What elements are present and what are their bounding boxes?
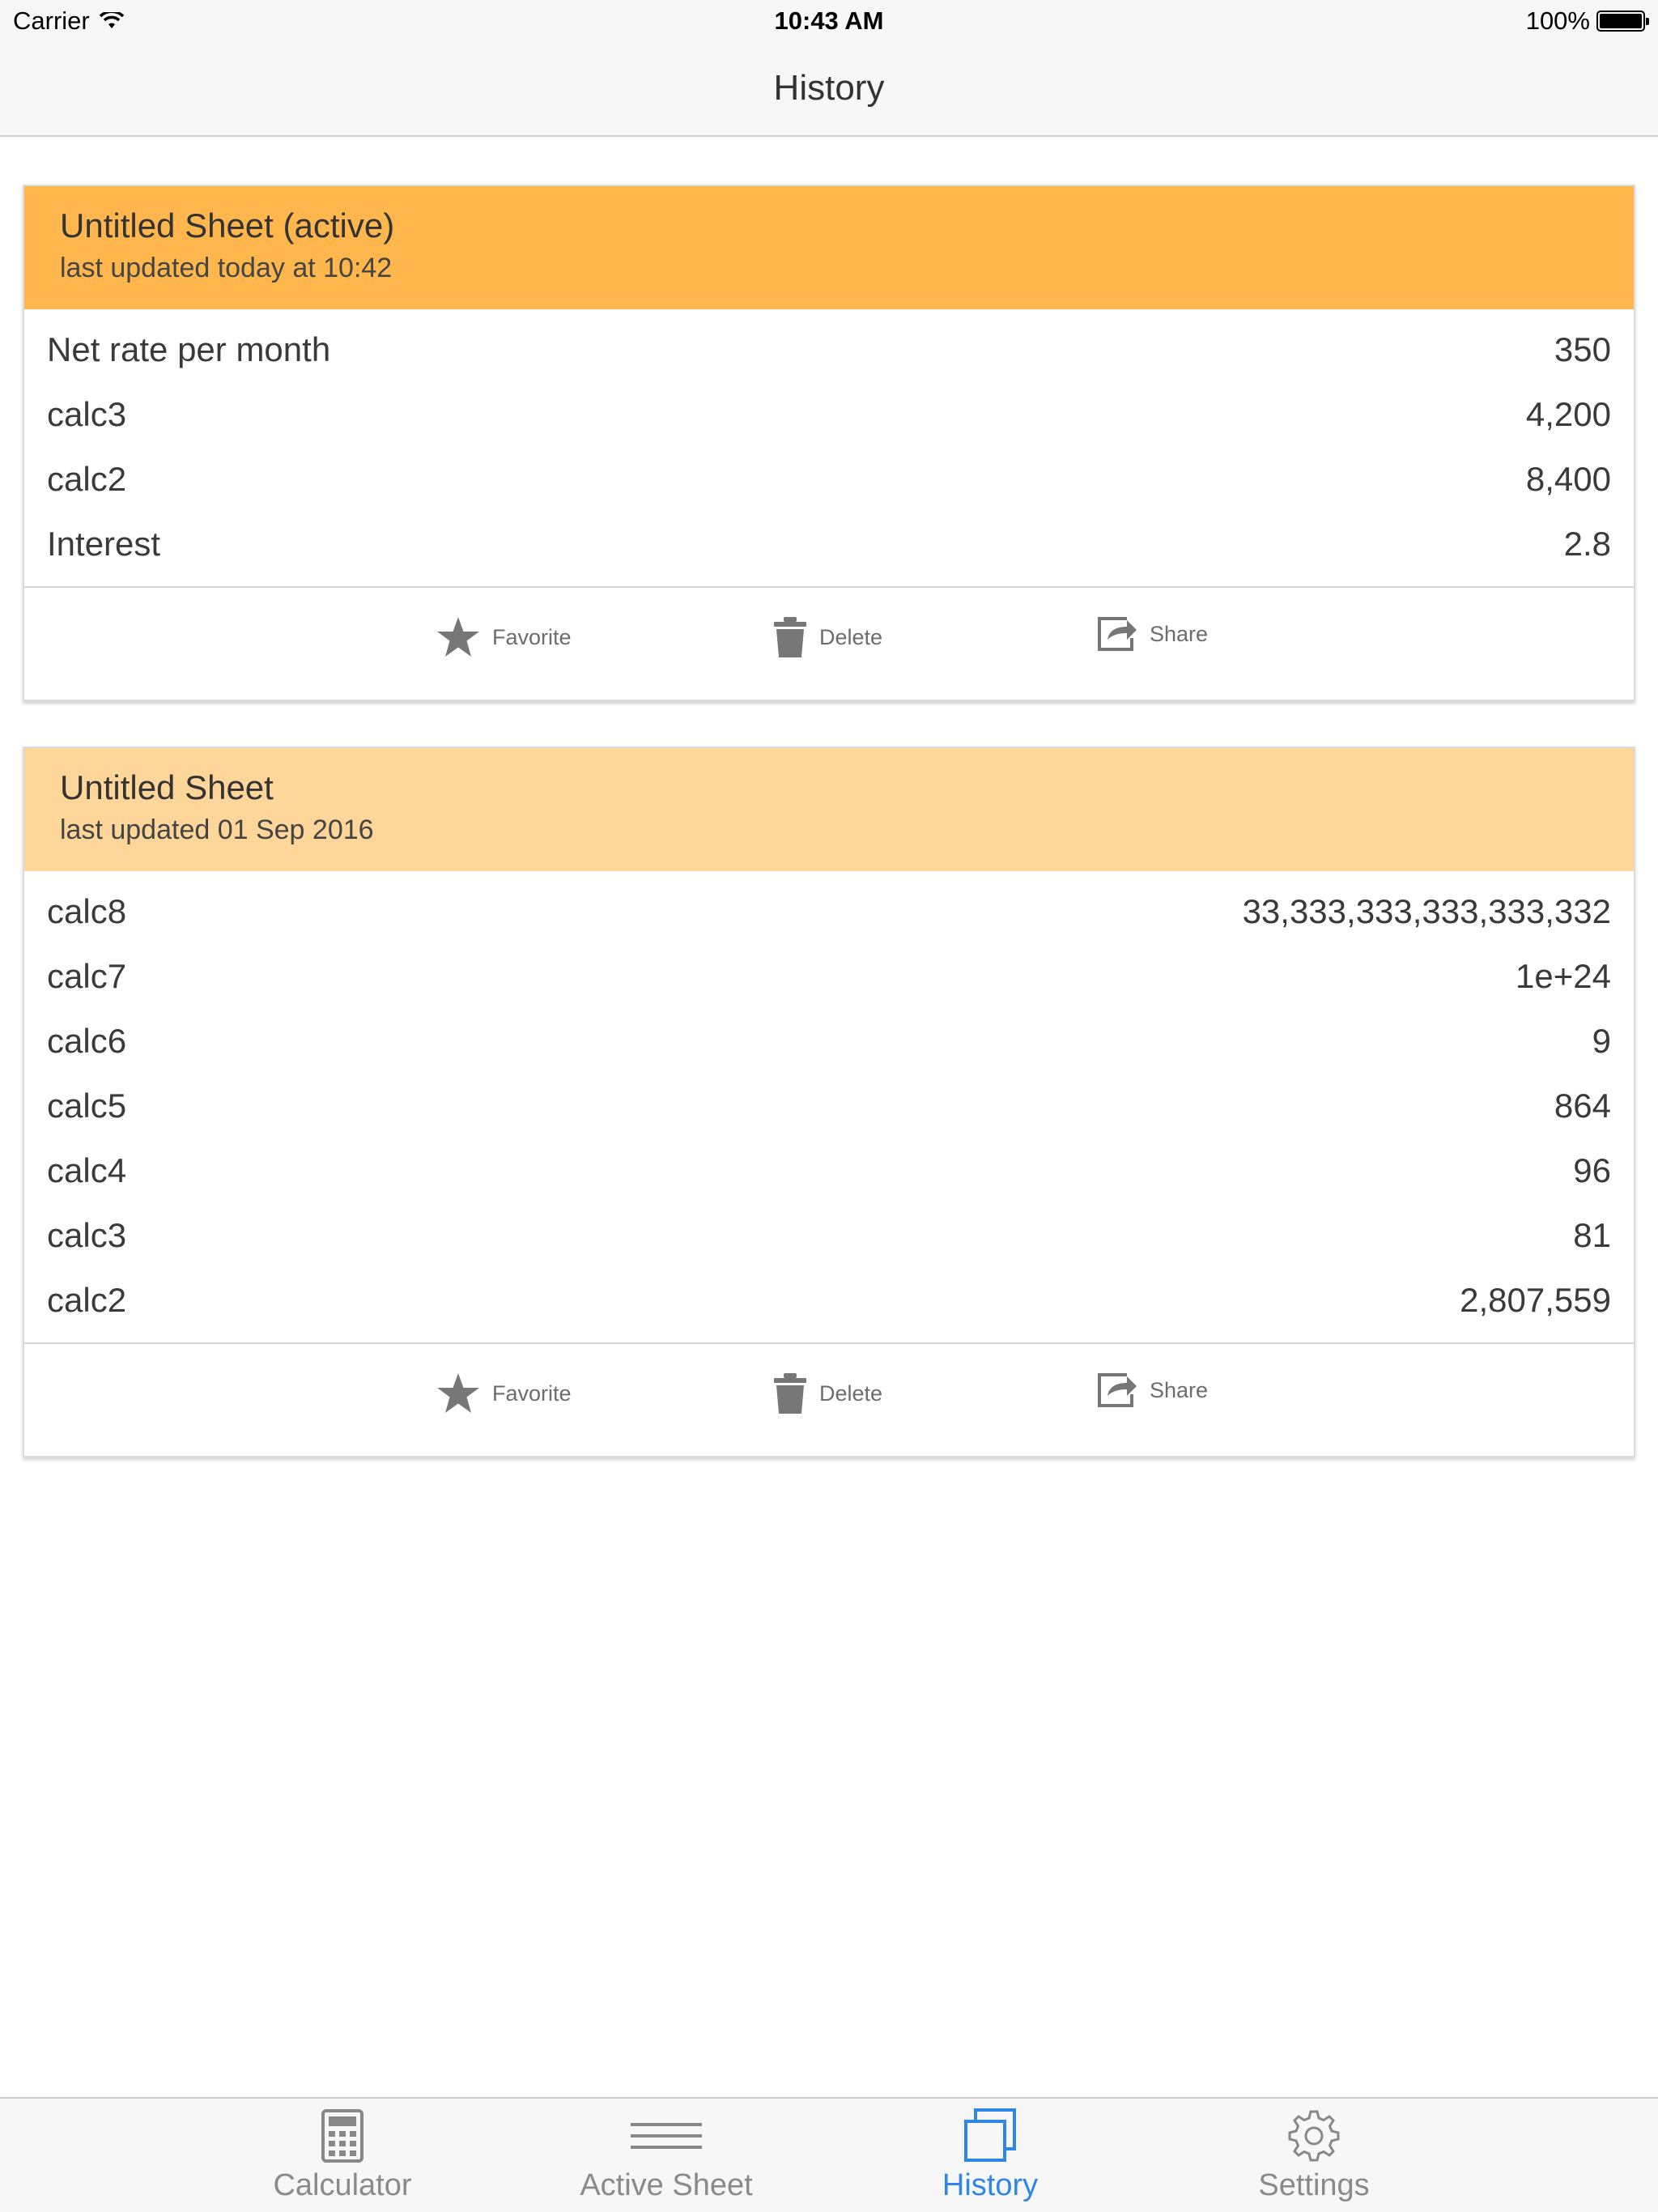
tab-label: History [942,2168,1039,2202]
gear-icon [1288,2110,1340,2162]
list-item: calc3 4,200 [24,382,1634,447]
row-label: calc4 [47,1151,127,1189]
row-label: calc7 [47,957,127,995]
favorite-label: Favorite [492,1380,572,1406]
sheet-actions: Favorite Delete Share [24,588,1634,691]
row-label: calc8 [47,892,127,930]
tab-calculator[interactable]: Calculator [221,2105,464,2203]
row-value: 96 [1573,1151,1611,1189]
star-icon [437,1373,479,1413]
row-label: calc6 [47,1022,127,1060]
clock: 10:43 AM [774,6,884,35]
calculator-icon [321,2109,363,2163]
sheet-updated: last updated today at 10:42 [60,253,393,283]
sheet-card[interactable]: Untitled Sheet last updated 01 Sep 2016 … [23,747,1635,1457]
sheet-updated: last updated 01 Sep 2016 [60,815,374,845]
star-icon [437,617,479,657]
lines-icon [631,2123,702,2149]
row-value: 9 [1592,1022,1611,1060]
tab-history[interactable]: History [869,2105,1112,2203]
trash-icon [774,1373,806,1414]
favorite-label: Favorite [492,624,572,649]
trash-icon [774,617,806,657]
tab-bar: Calculator Active Sheet History Settings [0,2097,1658,2212]
sheet-header[interactable]: Untitled Sheet last updated 01 Sep 2016 [24,748,1634,871]
tab-settings[interactable]: Settings [1192,2105,1435,2203]
delete-button[interactable]: Delete [772,1372,882,1415]
favorite-button[interactable]: Favorite [436,1372,572,1415]
sheet-title: Untitled Sheet (active) [60,206,395,245]
list-item: calc6 9 [24,1009,1634,1074]
tab-label: Active Sheet [580,2168,753,2202]
delete-button[interactable]: Delete [772,615,882,659]
row-value: 4,200 [1525,395,1611,433]
tab-label: Calculator [273,2168,412,2202]
row-label: Net rate per month [47,330,331,368]
row-value: 864 [1554,1087,1611,1125]
battery-percent: 100% [1525,6,1590,35]
row-label: calc2 [47,1281,127,1319]
share-label: Share [1150,1377,1209,1402]
list-item: calc2 8,400 [24,447,1634,512]
share-label: Share [1150,621,1209,646]
row-value: 81 [1573,1216,1611,1254]
battery-indicator: 100% [1525,6,1649,36]
share-button[interactable]: Share [1096,1372,1208,1409]
row-value: 350 [1554,330,1611,368]
share-button[interactable]: Share [1096,615,1208,653]
delete-label: Delete [819,1380,883,1406]
row-label: calc3 [47,395,127,433]
tab-label: Settings [1258,2168,1370,2202]
row-value: 2,807,559 [1460,1281,1611,1319]
sheet-rows: Net rate per month 350 calc3 4,200 calc2… [24,309,1634,588]
list-item: Net rate per month 350 [24,317,1634,382]
sheet-rows: calc8 33,333,333,333,333,332 calc7 1e+24… [24,871,1634,1344]
navigation-bar: History [0,45,1658,137]
share-icon [1098,1373,1137,1407]
delete-label: Delete [819,624,883,649]
sheet-actions: Favorite Delete Share [24,1344,1634,1448]
status-bar: Carrier 10:43 AM 100% [0,0,1658,45]
history-icon [964,2108,1016,2162]
row-label: Interest [47,525,161,563]
list-item: calc3 81 [24,1203,1634,1268]
row-value: 1e+24 [1516,957,1611,995]
page-title: History [773,68,885,108]
list-item: calc8 33,333,333,333,333,332 [24,879,1634,944]
row-value: 8,400 [1525,460,1611,498]
row-label: calc3 [47,1216,127,1254]
row-value: 2.8 [1563,525,1611,563]
list-item: calc7 1e+24 [24,944,1634,1009]
row-value: 33,333,333,333,333,332 [1242,892,1611,930]
tab-active-sheet[interactable]: Active Sheet [545,2105,788,2203]
list-item: calc2 2,807,559 [24,1268,1634,1333]
list-item: calc4 96 [24,1138,1634,1203]
list-item: calc5 864 [24,1074,1634,1138]
sheet-title: Untitled Sheet [60,768,274,806]
row-label: calc5 [47,1087,127,1125]
list-item: Interest 2.8 [24,512,1634,576]
share-icon [1098,617,1137,651]
sheet-card[interactable]: Untitled Sheet (active) last updated tod… [23,185,1635,701]
favorite-button[interactable]: Favorite [436,615,572,659]
row-label: calc2 [47,460,127,498]
battery-icon [1596,11,1649,32]
sheet-header[interactable]: Untitled Sheet (active) last updated tod… [24,186,1634,309]
